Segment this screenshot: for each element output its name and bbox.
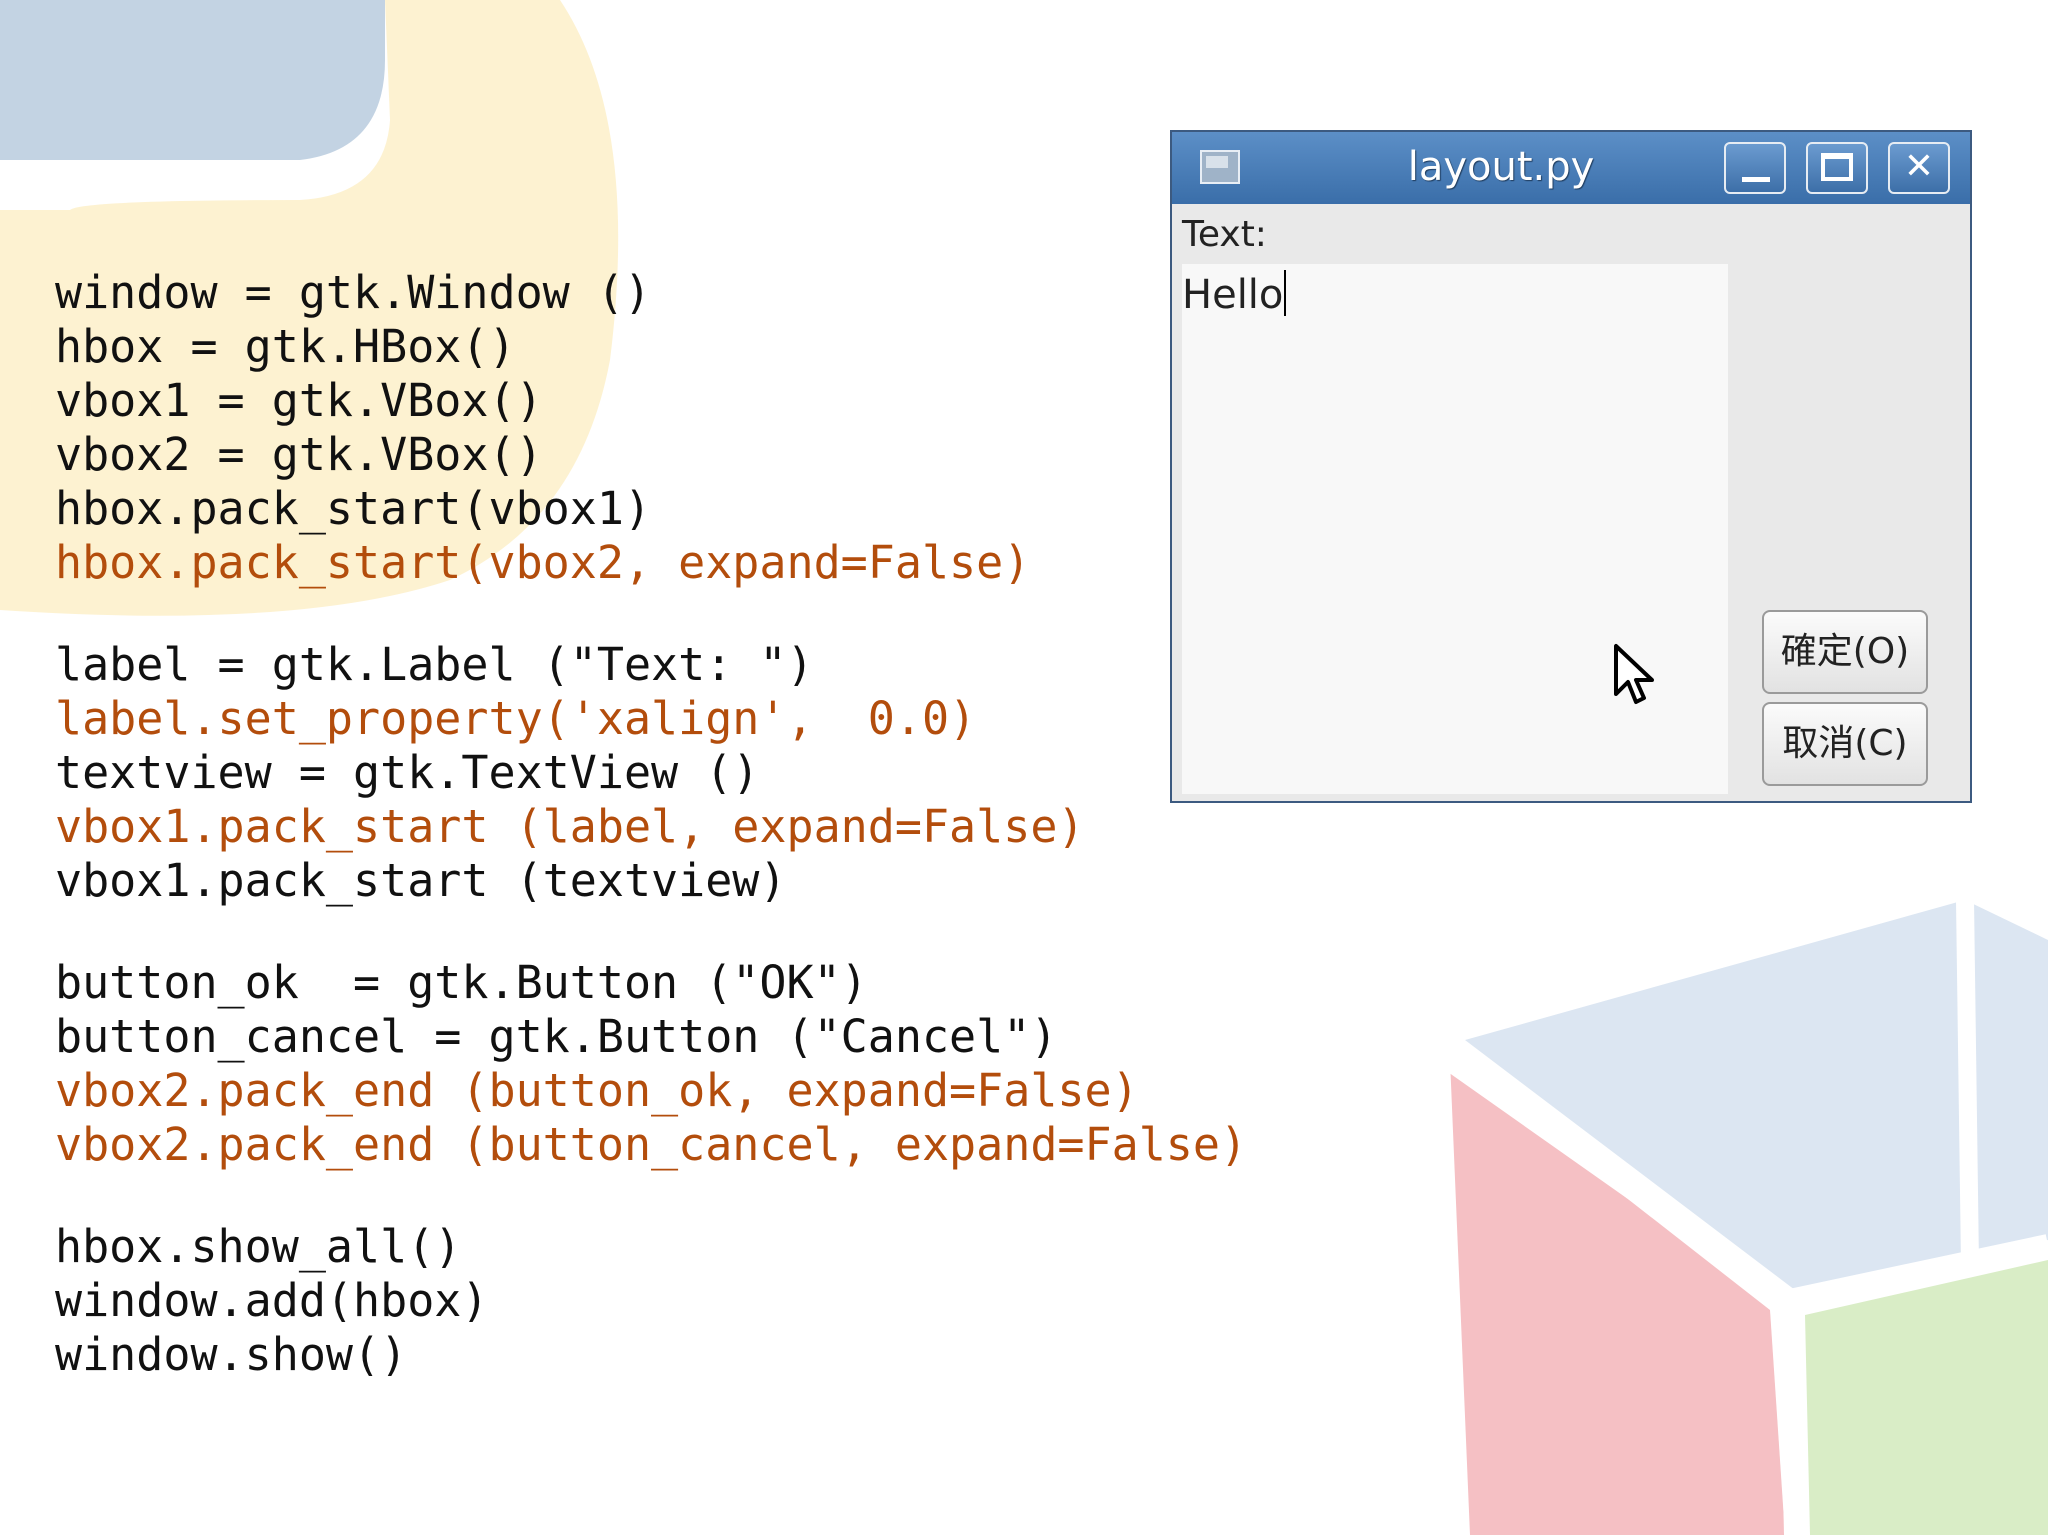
code-line-highlighted: vbox2.pack_end (button_ok, expand=False)	[55, 1064, 1139, 1117]
code-line-highlighted: vbox1.pack_start (label, expand=False)	[55, 800, 1085, 853]
code-line: textview = gtk.TextView ()	[55, 746, 760, 799]
code-line: hbox.show_all()	[55, 1220, 462, 1273]
code-line-highlighted: vbox2.pack_end (button_cancel, expand=Fa…	[55, 1118, 1248, 1171]
code-line: hbox.pack_start(vbox1)	[55, 482, 652, 535]
close-button[interactable]: ✕	[1888, 142, 1950, 194]
code-line: window.add(hbox)	[55, 1274, 489, 1327]
code-line: button_ok = gtk.Button ("OK")	[55, 956, 868, 1009]
maximize-button[interactable]	[1806, 142, 1868, 194]
code-line: window.show()	[55, 1328, 408, 1381]
text-label: Text:	[1182, 214, 1267, 255]
close-icon: ✕	[1903, 146, 1935, 187]
cancel-button[interactable]: 取消(C)	[1762, 702, 1928, 786]
text-caret	[1284, 270, 1287, 316]
textview[interactable]: Hello	[1182, 264, 1728, 794]
code-line: button_cancel = gtk.Button ("Cancel")	[55, 1010, 1058, 1063]
code-listing: window = gtk.Window () hbox = gtk.HBox() v…	[55, 266, 1247, 1382]
code-line: vbox2 = gtk.VBox()	[55, 428, 543, 481]
mouse-pointer-icon	[1614, 644, 1654, 704]
code-line: window = gtk.Window ()	[55, 266, 652, 319]
code-line-highlighted: hbox.pack_start(vbox2, expand=False)	[55, 536, 1031, 589]
window-title: layout.py	[1407, 144, 1595, 190]
code-line: vbox1.pack_start (textview)	[55, 854, 787, 907]
code-line: hbox = gtk.HBox()	[55, 320, 516, 373]
cube-right-face	[1805, 1260, 2048, 1535]
minimize-button[interactable]	[1724, 142, 1786, 194]
gtk-window: layout.py ✕ Text: Hello 確定(O) 取消(C)	[1170, 130, 1972, 803]
window-app-icon[interactable]	[1200, 150, 1240, 184]
window-titlebar[interactable]: layout.py ✕	[1172, 132, 1970, 204]
code-line-highlighted: label.set_property('xalign', 0.0)	[55, 692, 977, 745]
textview-value: Hello	[1182, 272, 1284, 318]
ok-button[interactable]: 確定(O)	[1762, 610, 1928, 694]
textview-content: Hello	[1182, 270, 1287, 318]
code-line: label = gtk.Label ("Text: ")	[55, 638, 814, 691]
code-line: vbox1 = gtk.VBox()	[55, 374, 543, 427]
python-logo-blue-shape	[0, 0, 385, 160]
